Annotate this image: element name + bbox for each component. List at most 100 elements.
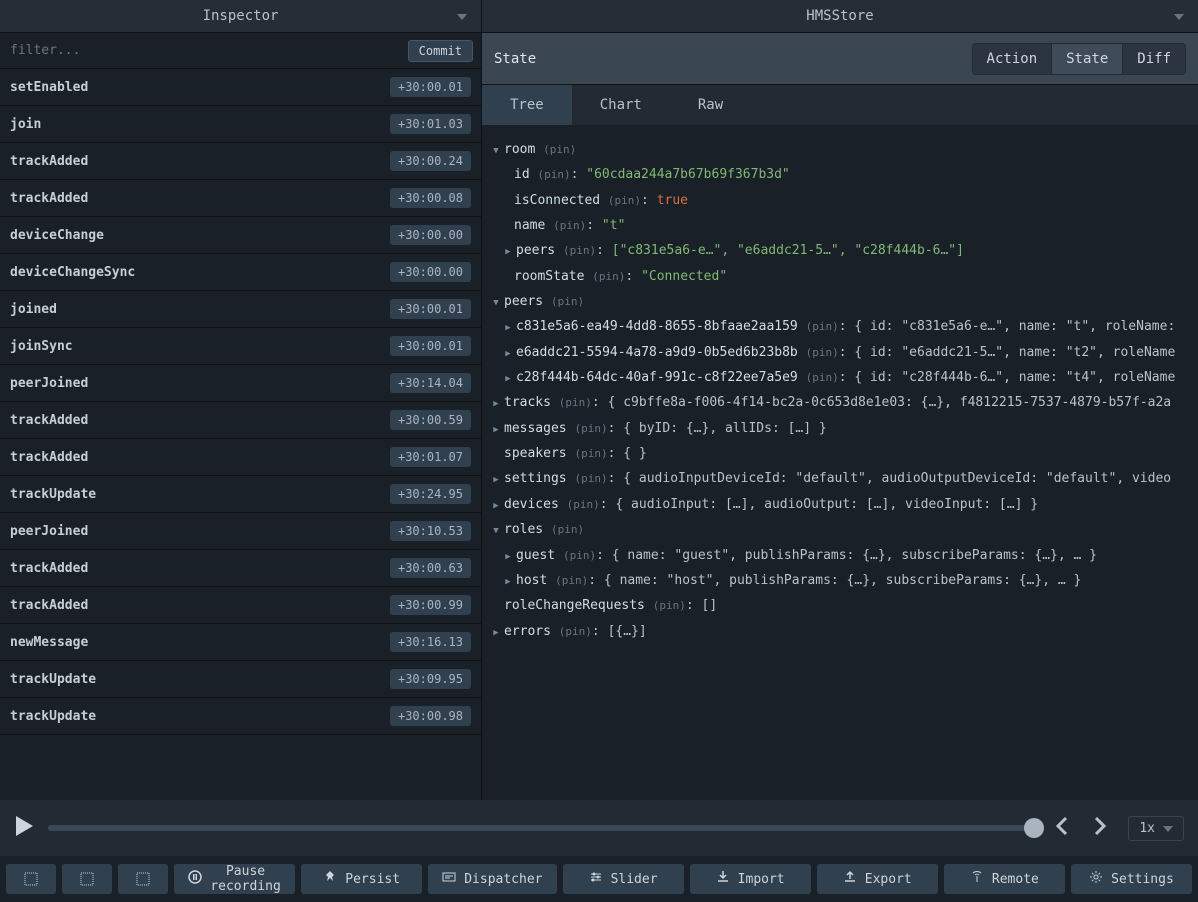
slider-button[interactable]: Slider <box>563 864 684 894</box>
expand-icon[interactable] <box>490 523 502 541</box>
action-item[interactable]: trackAdded+30:00.99 <box>0 587 481 624</box>
action-item[interactable]: joinSync+30:00.01 <box>0 328 481 365</box>
action-time: +30:00.00 <box>390 225 471 245</box>
expand-icon[interactable] <box>490 396 502 414</box>
tree-node-errors[interactable]: errors (pin): [{…}] <box>486 619 1190 644</box>
action-item[interactable]: trackUpdate+30:09.95 <box>0 661 481 698</box>
tree-node-room-peers[interactable]: peers (pin): ["c831e5a6-e…", "e6addc21-5… <box>486 238 1190 263</box>
expand-icon[interactable] <box>502 346 514 364</box>
action-name: trackAdded <box>10 191 88 206</box>
persist-button[interactable]: Persist <box>301 864 422 894</box>
export-button[interactable]: Export <box>817 864 938 894</box>
store-title-bar[interactable]: HMSStore <box>482 0 1198 33</box>
tree-node-tracks[interactable]: tracks (pin): { c9bffe8a-f006-4f14-bc2a-… <box>486 390 1190 415</box>
expand-icon[interactable] <box>490 143 502 161</box>
expand-icon[interactable] <box>502 244 514 262</box>
tab-raw[interactable]: Raw <box>670 85 751 125</box>
tab-tree[interactable]: Tree <box>482 85 572 125</box>
tree-node-room-roomstate[interactable]: roomState (pin): "Connected" <box>486 264 1190 289</box>
tree-node-room[interactable]: room (pin) <box>486 137 1190 162</box>
action-item[interactable]: peerJoined+30:10.53 <box>0 513 481 550</box>
action-item[interactable]: trackUpdate+30:00.98 <box>0 698 481 735</box>
tree-node-room-name[interactable]: name (pin): "t" <box>486 213 1190 238</box>
action-time: +30:00.59 <box>390 410 471 430</box>
filter-input[interactable] <box>8 39 400 62</box>
expand-icon[interactable] <box>502 320 514 338</box>
tree-node-peers[interactable]: peers (pin) <box>486 289 1190 314</box>
expand-icon[interactable] <box>502 574 514 592</box>
playback-slider[interactable] <box>48 825 1034 831</box>
action-name: trackAdded <box>10 154 88 169</box>
tree-node-devices[interactable]: devices (pin): { audioInput: […], audioO… <box>486 492 1190 517</box>
panel-layout-1-button[interactable] <box>6 864 56 894</box>
action-item[interactable]: trackAdded+30:01.07 <box>0 439 481 476</box>
settings-button[interactable]: Settings <box>1071 864 1192 894</box>
action-time: +30:00.98 <box>390 706 471 726</box>
action-item[interactable]: joined+30:00.01 <box>0 291 481 328</box>
filter-row: Commit <box>0 33 481 69</box>
action-item[interactable]: trackAdded +30:00.24 <box>0 143 481 180</box>
action-item[interactable]: peerJoined+30:14.04 <box>0 365 481 402</box>
action-item[interactable]: deviceChange+30:00.00 <box>0 217 481 254</box>
expand-icon[interactable] <box>502 371 514 389</box>
action-name: trackUpdate <box>10 672 96 687</box>
tree-node-messages[interactable]: messages (pin): { byID: {…}, allIDs: […]… <box>486 416 1190 441</box>
expand-icon[interactable] <box>502 549 514 567</box>
store-panel: HMSStore State Action State Diff Tree Ch… <box>482 0 1198 800</box>
prev-button[interactable] <box>1048 812 1074 844</box>
panel-layout-2-button[interactable] <box>62 864 112 894</box>
expand-icon[interactable] <box>490 295 502 313</box>
state-label: State <box>494 51 536 67</box>
action-name: trackAdded <box>10 413 88 428</box>
pause-recording-button[interactable]: Pause recording <box>174 864 295 894</box>
action-time: +30:00.24 <box>390 151 471 171</box>
tree-node-speakers[interactable]: speakers (pin): { } <box>486 441 1190 466</box>
action-item[interactable]: setEnabled+30:00.01 <box>0 69 481 106</box>
action-item[interactable]: trackAdded +30:00.59 <box>0 402 481 439</box>
dispatcher-icon <box>442 870 456 888</box>
action-time: +30:00.01 <box>390 299 471 319</box>
action-name: joinSync <box>10 339 73 354</box>
speed-select[interactable]: 1x <box>1128 816 1184 841</box>
slider-thumb[interactable] <box>1024 818 1044 838</box>
pin-icon <box>323 870 337 888</box>
action-item[interactable]: newMessage+30:16.13 <box>0 624 481 661</box>
action-item[interactable]: trackUpdate+30:24.95 <box>0 476 481 513</box>
action-list[interactable]: setEnabled+30:00.01join+30:01.03trackAdd… <box>0 69 481 800</box>
tree-node-roles[interactable]: roles (pin) <box>486 517 1190 542</box>
remote-button[interactable]: Remote <box>944 864 1065 894</box>
commit-button[interactable]: Commit <box>408 40 473 62</box>
slider-icon <box>589 870 603 888</box>
play-button[interactable] <box>14 815 34 841</box>
tree-node-room-isconnected[interactable]: isConnected (pin): true <box>486 188 1190 213</box>
view-state-button[interactable]: State <box>1051 44 1122 74</box>
expand-icon[interactable] <box>490 625 502 643</box>
next-button[interactable] <box>1088 812 1114 844</box>
store-title: HMSStore <box>806 8 873 24</box>
action-item[interactable]: deviceChangeSync+30:00.00 <box>0 254 481 291</box>
tree-body[interactable]: room (pin) id (pin): "60cdaa244a7b67b69f… <box>482 125 1198 800</box>
tree-node-role-guest[interactable]: guest (pin): { name: "guest", publishPar… <box>486 543 1190 568</box>
expand-icon[interactable] <box>490 498 502 516</box>
dispatcher-button[interactable]: Dispatcher <box>428 864 556 894</box>
panel-layout-3-button[interactable] <box>118 864 168 894</box>
view-action-button[interactable]: Action <box>973 44 1052 74</box>
action-name: deviceChangeSync <box>10 265 135 280</box>
import-button[interactable]: Import <box>690 864 811 894</box>
action-item[interactable]: join+30:01.03 <box>0 106 481 143</box>
expand-icon[interactable] <box>490 422 502 440</box>
view-diff-button[interactable]: Diff <box>1122 44 1185 74</box>
tree-node-rolechange[interactable]: roleChangeRequests (pin): [] <box>486 593 1190 618</box>
tree-node-role-host[interactable]: host (pin): { name: "host", publishParam… <box>486 568 1190 593</box>
action-item[interactable]: trackAdded+30:00.63 <box>0 550 481 587</box>
pause-icon <box>188 870 202 888</box>
tree-node-settings[interactable]: settings (pin): { audioInputDeviceId: "d… <box>486 466 1190 491</box>
tree-node-peer-1[interactable]: c831e5a6-ea49-4dd8-8655-8bfaae2aa159 (pi… <box>486 314 1190 339</box>
expand-icon[interactable] <box>490 472 502 490</box>
tab-chart[interactable]: Chart <box>572 85 670 125</box>
tree-node-peer-2[interactable]: e6addc21-5594-4a78-a9d9-0b5ed6b23b8b (pi… <box>486 340 1190 365</box>
inspector-title-bar[interactable]: Inspector <box>0 0 481 33</box>
tree-node-room-id[interactable]: id (pin): "60cdaa244a7b67b69f367b3d" <box>486 162 1190 187</box>
tree-node-peer-3[interactable]: c28f444b-64dc-40af-991c-c8f22ee7a5e9 (pi… <box>486 365 1190 390</box>
action-item[interactable]: trackAdded+30:00.08 <box>0 180 481 217</box>
